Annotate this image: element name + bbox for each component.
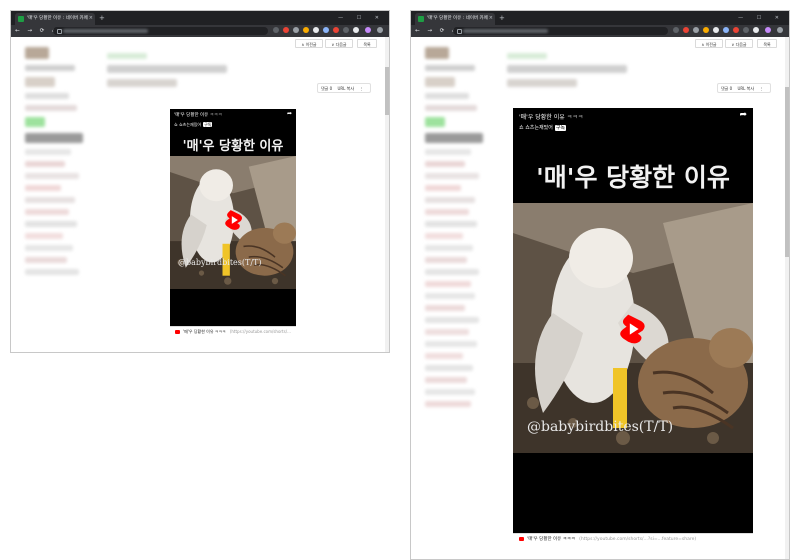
more-menu-icon[interactable]: ⋮ (359, 86, 363, 91)
extension-icon[interactable] (273, 27, 279, 33)
tab-title: '매'우 당황한 이유 : 네이버 카페 (27, 16, 88, 21)
channel-name[interactable]: 쇼츠는재밌어 (179, 122, 201, 127)
browser-toolbar: ← → ⟳ ⌂ (411, 25, 789, 37)
youtube-logo-icon (175, 330, 180, 334)
tab-bar: '매'우 당황한 이유 : 네이버 카페 × + — ☐ ✕ (11, 11, 389, 25)
channel-avatar: 쇼 (174, 122, 178, 127)
lock-icon (57, 29, 62, 34)
browser-toolbar: ← → ⟳ ⌂ (11, 25, 389, 37)
comment-button[interactable]: 댓글 0 (721, 86, 732, 91)
extension-red-icon[interactable] (683, 27, 689, 33)
scrollbar[interactable] (785, 37, 789, 559)
sidebar-icon[interactable] (353, 27, 359, 33)
window-controls[interactable]: — ☐ ✕ (338, 12, 385, 24)
blurred-url (463, 29, 548, 33)
extension-red-icon[interactable] (283, 27, 289, 33)
browser-window-left: '매'우 당황한 이유 : 네이버 카페 × + — ☐ ✕ ← → ⟳ ⌂ ∧… (10, 10, 390, 353)
list-button[interactable]: 목록 (357, 39, 377, 48)
cafe-sidebar-blurred (425, 47, 483, 413)
puzzle-icon[interactable] (343, 27, 349, 33)
browser-tab[interactable]: '매'우 당황한 이유 : 네이버 카페 × (15, 13, 95, 25)
youtube-logo-icon (519, 536, 524, 541)
share-bar: 댓글 0 URL 복사 ⋮ (717, 83, 772, 93)
extension-yellow-icon[interactable] (703, 27, 709, 33)
browser-window-right: '매'우 당황한 이유 : 네이버 카페 × + — ☐ ✕ ← → ⟳ ⌂ ∧… (410, 10, 790, 560)
post-header-blurred (507, 53, 647, 103)
tab-title: '매'우 당황한 이유 : 네이버 카페 (427, 16, 488, 21)
video-watermark: @babybirdbites(T/T) (178, 258, 262, 267)
youtube-shorts-play-icon[interactable] (223, 209, 245, 231)
channel-row: 쇼 쇼츠는재밌어 구독 (174, 122, 213, 128)
address-bar[interactable] (453, 27, 668, 35)
subscribe-button[interactable]: 구독 (203, 122, 213, 127)
extension-yellow-icon[interactable] (303, 27, 309, 33)
tab-close-icon[interactable]: × (89, 14, 93, 23)
new-tab-icon[interactable]: + (499, 13, 505, 23)
extension-icon[interactable] (673, 27, 679, 33)
kebab-menu-icon[interactable] (777, 27, 783, 33)
video-thumbnail[interactable]: @babybirdbites(T/T) (513, 203, 753, 453)
share-icon[interactable]: ➦ (739, 110, 747, 120)
address-bar[interactable] (53, 27, 268, 35)
embed-footer-text: '매'우 당황한 이유 ㅋㅋㅋ (https://youtube.com/shor… (175, 329, 291, 335)
window-controls[interactable]: — ☐ ✕ (738, 12, 785, 24)
prev-post-button[interactable]: ∧ 이전글 (295, 39, 323, 48)
tab-bar: '매'우 당황한 이유 : 네이버 카페 × + — ☐ ✕ (411, 11, 789, 25)
channel-avatar: 쇼 (519, 125, 524, 131)
naver-cafe-favicon-icon (18, 16, 24, 22)
video-headline: '매'우 당황한 이유 (536, 163, 730, 192)
embed-title: '매'우 당황한 이유 ㅋㅋㅋ (174, 113, 223, 118)
url-copy-button[interactable]: URL 복사 (337, 86, 354, 91)
youtube-embed[interactable]: '매'우 당황한 이유 ㅋㅋㅋ ➦ 쇼 쇼츠는재밌어 구독 '매'우 당황한 이유 (513, 108, 753, 548)
more-menu-icon[interactable]: ⋮ (759, 86, 763, 91)
extension-gray-icon[interactable] (693, 27, 699, 33)
video-headline: '매'우 당황한 이유 (182, 139, 284, 154)
naver-cafe-favicon-icon (418, 16, 424, 22)
cafe-sidebar-blurred (25, 47, 83, 281)
sidebar-icon[interactable] (753, 27, 759, 33)
list-button[interactable]: 목록 (757, 39, 777, 48)
channel-row: 쇼 쇼츠는재밌어 구독 (519, 124, 567, 131)
url-copy-button[interactable]: URL 복사 (737, 86, 754, 91)
post-header-blurred (107, 53, 247, 103)
extension-blue-icon[interactable] (323, 27, 329, 33)
extension-white-icon[interactable] (713, 27, 719, 33)
puzzle-icon[interactable] (743, 27, 749, 33)
blurred-url (63, 29, 148, 33)
share-bar: 댓글 0 URL 복사 ⋮ (317, 83, 372, 93)
embed-title: '매'우 당황한 이유 ㅋㅋㅋ (519, 114, 584, 121)
lock-icon (457, 29, 462, 34)
browser-tab[interactable]: '매'우 당황한 이유 : 네이버 카페 × (415, 13, 495, 25)
video-watermark: @babybirdbites(T/T) (527, 419, 674, 435)
next-post-button[interactable]: ∨ 다음글 (325, 39, 353, 48)
subscribe-button[interactable]: 구독 (554, 125, 567, 131)
embed-footer[interactable]: '매'우 당황한 이유 ㅋㅋㅋ (https://youtube.com/shor… (170, 326, 296, 339)
video-thumbnail[interactable]: @babybirdbites(T/T) (170, 156, 296, 289)
youtube-shorts-play-icon[interactable] (617, 313, 649, 345)
tab-close-icon[interactable]: × (489, 14, 493, 23)
scrollbar[interactable] (385, 37, 389, 352)
page-content: ∧ 이전글 ∨ 다음글 목록 댓글 0 URL 복사 ⋮ '매'우 당황한 이유… (11, 37, 389, 352)
channel-name[interactable]: 쇼츠는재밌어 (525, 125, 553, 131)
embed-footer-text: '매'우 당황한 이유 ㅋㅋㅋ (https://youtube.com/shor… (519, 536, 696, 542)
profile-avatar[interactable] (365, 27, 371, 33)
comment-button[interactable]: 댓글 0 (321, 86, 332, 91)
extension-blue-icon[interactable] (723, 27, 729, 33)
new-tab-icon[interactable]: + (99, 13, 105, 23)
next-post-button[interactable]: ∨ 다음글 (725, 39, 753, 48)
extension-gray-icon[interactable] (293, 27, 299, 33)
extension-red2-icon[interactable] (333, 27, 339, 33)
page-content: ∧ 이전글 ∨ 다음글 목록 댓글 0 URL 복사 ⋮ '매'우 당황한 이유… (411, 37, 789, 559)
extension-red2-icon[interactable] (733, 27, 739, 33)
kebab-menu-icon[interactable] (377, 27, 383, 33)
extension-white-icon[interactable] (313, 27, 319, 33)
embed-footer[interactable]: '매'우 당황한 이유 ㅋㅋㅋ (https://youtube.com/shor… (513, 533, 753, 548)
profile-avatar[interactable] (765, 27, 771, 33)
share-icon[interactable]: ➦ (287, 110, 292, 117)
youtube-embed[interactable]: '매'우 당황한 이유 ㅋㅋㅋ ➦ 쇼 쇼츠는재밌어 구독 '매'우 당황한 이유 (170, 109, 296, 339)
prev-post-button[interactable]: ∧ 이전글 (695, 39, 723, 48)
